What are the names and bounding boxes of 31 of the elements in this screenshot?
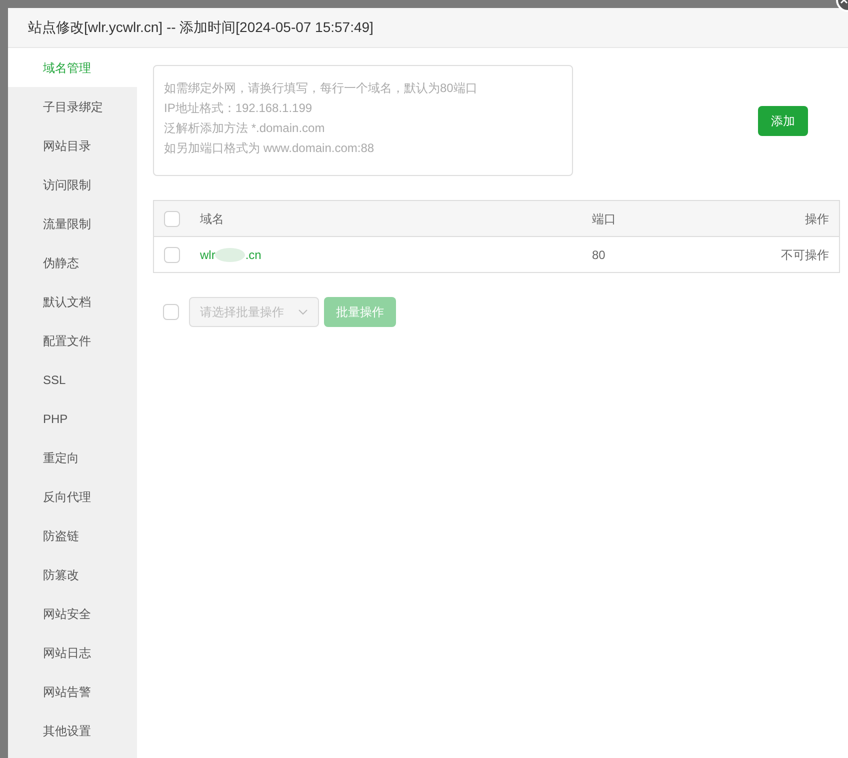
sidebar-item[interactable]: 访问限制 [8, 165, 137, 204]
column-header: 域名 [200, 210, 225, 228]
sidebar-item[interactable]: 默认文档 [8, 282, 137, 321]
placeholder-line: IP地址格式：192.168.1.199 [164, 100, 314, 117]
sidebar-item[interactable]: 重定向 [8, 438, 137, 477]
table-cell-text: 不可操作 [780, 246, 829, 264]
chevron-down-icon [298, 309, 308, 315]
placeholder-line: 如需绑定外网，请换行填写，每行一个域名，默认为80端口 [164, 80, 478, 97]
sidebar-item[interactable]: 子目录绑定 [8, 87, 137, 126]
checkbox[interactable] [164, 210, 180, 226]
checkbox[interactable] [164, 246, 180, 262]
window-title: 站点修改[wlr.ycwlr.cn] -- 添加时间[2024-05-07 15:57:49] [28, 18, 374, 37]
column-header: 操作 [804, 210, 829, 228]
sidebar-item[interactable]: 网站日志 [8, 633, 137, 672]
sidebar-item[interactable]: 伪静态 [8, 243, 137, 282]
placeholder-line: 如另加端口格式为 www.domain.com:88 [164, 140, 376, 157]
sidebar-item[interactable]: 流量限制 [8, 204, 137, 243]
sidebar-item[interactable]: SSL [8, 360, 137, 399]
sidebar-item[interactable]: 防盗链 [8, 516, 137, 555]
sidebar-item[interactable]: 反向代理 [8, 477, 137, 516]
sidebar-item[interactable]: 防篡改 [8, 555, 137, 594]
sidebar-item[interactable]: PHP [8, 399, 137, 438]
placeholder-line: 泛解析添加方法 *.domain.com [164, 120, 326, 137]
sidebar-item[interactable]: 其他设置 [8, 711, 137, 750]
sidebar-item[interactable]: 网站安全 [8, 594, 137, 633]
blur-patch [215, 248, 246, 262]
sidebar-item[interactable]: 网站目录 [8, 126, 137, 165]
column-header: 端口 [592, 210, 617, 228]
table-cell-text: 80 [592, 246, 606, 264]
sidebar-item[interactable]: 网站告警 [8, 672, 137, 711]
sidebar-item[interactable]: 配置文件 [8, 321, 137, 360]
